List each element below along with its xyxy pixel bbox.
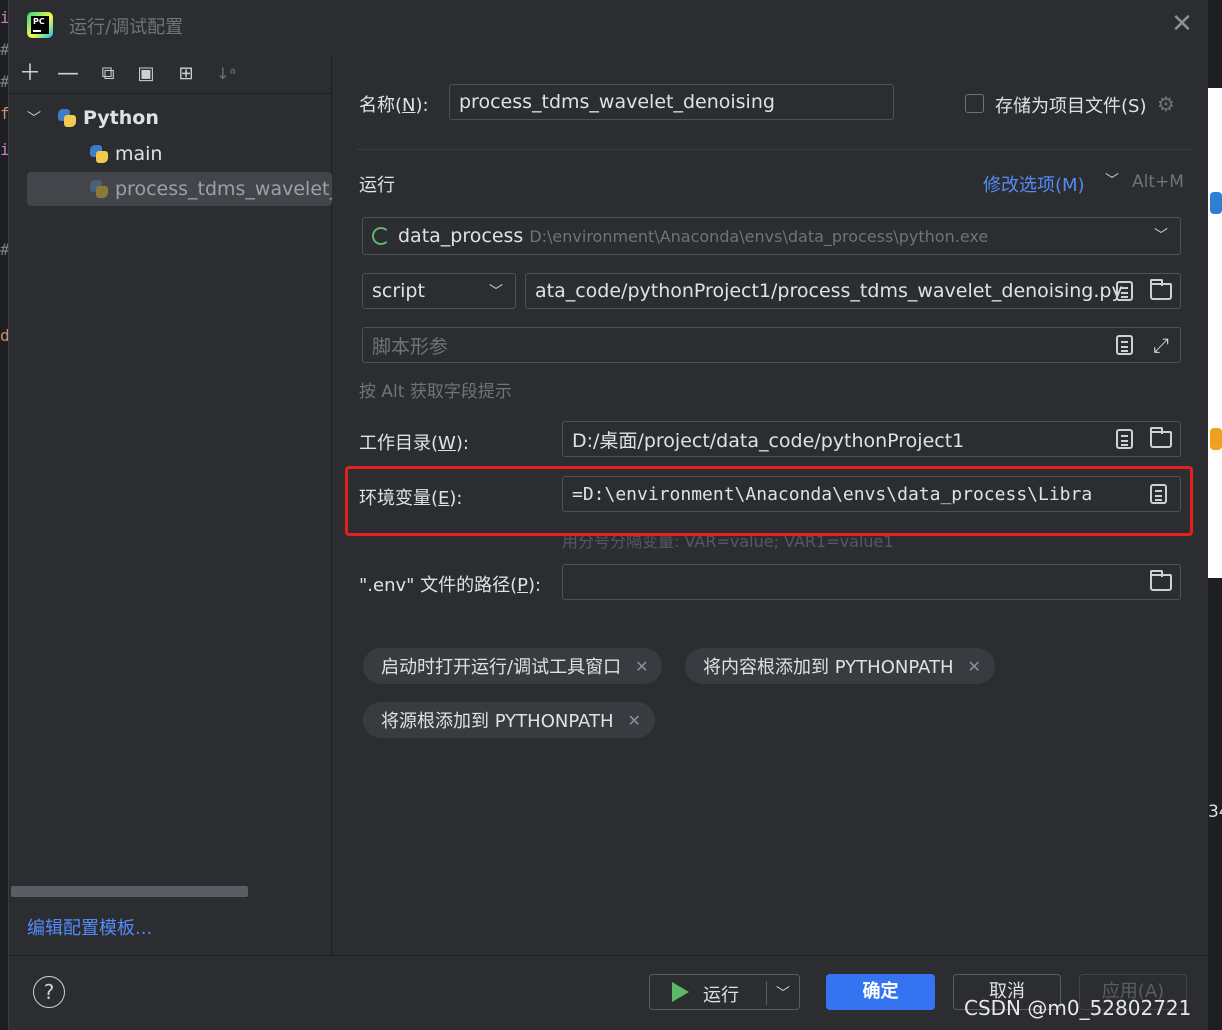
- chevron-down-icon[interactable]: ﹀: [1105, 170, 1119, 190]
- chip-label: 将源根添加到 PYTHONPATH: [381, 711, 614, 732]
- modify-options-shortcut: Alt+M: [1132, 172, 1184, 192]
- remove-icon[interactable]: —: [55, 62, 81, 88]
- workdir-input[interactable]: D:/桌面/project/data_code/pythonProject1: [562, 421, 1181, 457]
- loading-spinner-icon: [372, 227, 390, 245]
- script-path-input[interactable]: ata_code/pythonProject1/process_tdms_wav…: [525, 273, 1181, 309]
- help-button[interactable]: ?: [33, 976, 65, 1008]
- modify-options-link[interactable]: 修改选项(M): [983, 171, 1085, 197]
- expand-text-icon[interactable]: [1116, 334, 1138, 356]
- run-debug-config-dialog: PC 运行/调试配置 ✕ ＋ — ⧉ ▣ ⊞ ↓ᵃ ﹀ Python main …: [8, 0, 1209, 1030]
- name-label: 名称(N):: [359, 95, 429, 116]
- field-icons: [1150, 570, 1172, 593]
- field-icons: [1116, 427, 1172, 450]
- tree-item-label: main: [115, 143, 163, 165]
- tree-item-label: process_tdms_wavelet_: [115, 178, 332, 200]
- background-editor-left: i # # f i # d: [0, 0, 10, 1030]
- alt-hint: 按 Alt 获取字段提示: [359, 382, 512, 402]
- sort-icon[interactable]: ↓ᵃ: [213, 62, 239, 88]
- config-tree-panel: ＋ — ⧉ ▣ ⊞ ↓ᵃ ﹀ Python main process_tdms_…: [9, 56, 332, 956]
- bg-plot-wave-blue: [1210, 192, 1222, 214]
- divider: [766, 981, 767, 1005]
- folder-icon[interactable]: [1150, 279, 1172, 302]
- dotenv-label: ".env" 文件的路径(P):: [359, 575, 542, 596]
- save-icon[interactable]: ▣: [133, 62, 159, 88]
- close-icon[interactable]: ✕: [968, 657, 981, 676]
- script-type-value: script: [372, 280, 425, 302]
- interpreter-name: data_process: [398, 225, 524, 247]
- csdn-watermark: CSDN @m0_52802721: [964, 996, 1192, 1020]
- field-icons: ⤢: [1116, 334, 1172, 356]
- expand-text-icon[interactable]: [1116, 428, 1138, 450]
- python-icon: [57, 108, 77, 128]
- play-icon: [672, 982, 689, 1002]
- divider: [357, 149, 1193, 150]
- copy-icon[interactable]: ⧉: [95, 62, 121, 88]
- window-title: 运行/调试配置: [69, 17, 184, 38]
- store-as-project-checkbox[interactable]: [965, 94, 984, 113]
- chip-label: 将内容根添加到 PYTHONPATH: [703, 657, 954, 678]
- chevron-down-icon[interactable]: ﹀: [1154, 225, 1168, 245]
- folder-icon[interactable]: [1150, 427, 1172, 450]
- expand-icon[interactable]: ⤢: [1150, 334, 1172, 356]
- add-icon[interactable]: ＋: [17, 62, 43, 88]
- interpreter-path: D:\environment\Anaconda\envs\data_proces…: [529, 226, 989, 246]
- script-params-placeholder: 脚本形参: [372, 335, 449, 358]
- pycharm-logo-icon: PC: [27, 12, 53, 38]
- expand-text-icon[interactable]: [1116, 280, 1138, 302]
- script-path-value: ata_code/pythonProject1/process_tdms_wav…: [535, 280, 1123, 302]
- chip-add-source-roots[interactable]: 将源根添加到 PYTHONPATH ✕: [363, 702, 655, 738]
- interpreter-select[interactable]: data_process D:\environment\Anaconda\env…: [362, 217, 1181, 255]
- run-button-label: 运行: [703, 985, 739, 1006]
- bg-line-number: 34: [1208, 802, 1222, 822]
- config-toolbar: ＋ — ⧉ ▣ ⊞ ↓ᵃ: [9, 56, 332, 94]
- close-icon[interactable]: ✕: [628, 711, 641, 730]
- chevron-down-icon[interactable]: ﹀: [776, 983, 790, 1003]
- dotenv-path-input[interactable]: [562, 564, 1181, 600]
- chip-add-content-roots[interactable]: 将内容根添加到 PYTHONPATH ✕: [685, 648, 995, 684]
- edit-templates-link[interactable]: 编辑配置模板...: [27, 914, 152, 940]
- ok-button[interactable]: 确定: [826, 974, 935, 1010]
- bg-plot-wave-orange: [1210, 428, 1222, 450]
- horizontal-scrollbar[interactable]: [11, 886, 248, 897]
- run-section-label: 运行: [359, 175, 395, 196]
- python-icon: [89, 144, 109, 164]
- chip-label: 启动时打开运行/调试工具窗口: [381, 657, 622, 678]
- name-input[interactable]: process_tdms_wavelet_denoising: [449, 84, 894, 120]
- chevron-down-icon[interactable]: ﹀: [27, 108, 43, 128]
- script-params-input[interactable]: 脚本形参 ⤢: [362, 327, 1181, 363]
- chevron-down-icon[interactable]: ﹀: [489, 281, 503, 301]
- new-folder-icon[interactable]: ⊞: [173, 62, 199, 88]
- python-icon: [89, 179, 109, 199]
- background-editor-right: [1208, 0, 1222, 1030]
- close-icon[interactable]: ✕: [1169, 11, 1195, 38]
- highlight-annotation-box: [345, 466, 1193, 536]
- store-as-project-label: 存储为项目文件(S): [995, 96, 1147, 117]
- title-bar: PC 运行/调试配置 ✕: [9, 0, 1209, 50]
- tree-item-process-tdms[interactable]: process_tdms_wavelet_: [27, 172, 332, 206]
- workdir-value: D:/桌面/project/data_code/pythonProject1: [572, 429, 965, 452]
- tree-item-main[interactable]: main: [27, 137, 332, 171]
- bg-plot-area: [1208, 88, 1222, 578]
- close-icon[interactable]: ✕: [635, 657, 648, 676]
- tree-group-python[interactable]: ﹀ Python: [27, 101, 332, 135]
- run-button[interactable]: 运行 ﹀: [649, 974, 800, 1010]
- field-icons: [1116, 279, 1172, 302]
- workdir-label: 工作目录(W):: [359, 433, 469, 454]
- folder-icon[interactable]: [1150, 570, 1172, 593]
- chip-open-tool-window[interactable]: 启动时打开运行/调试工具窗口 ✕: [363, 648, 663, 684]
- gear-icon[interactable]: ⚙: [1157, 92, 1175, 116]
- script-type-select[interactable]: script ﹀: [362, 273, 516, 309]
- tree-group-label: Python: [83, 107, 159, 129]
